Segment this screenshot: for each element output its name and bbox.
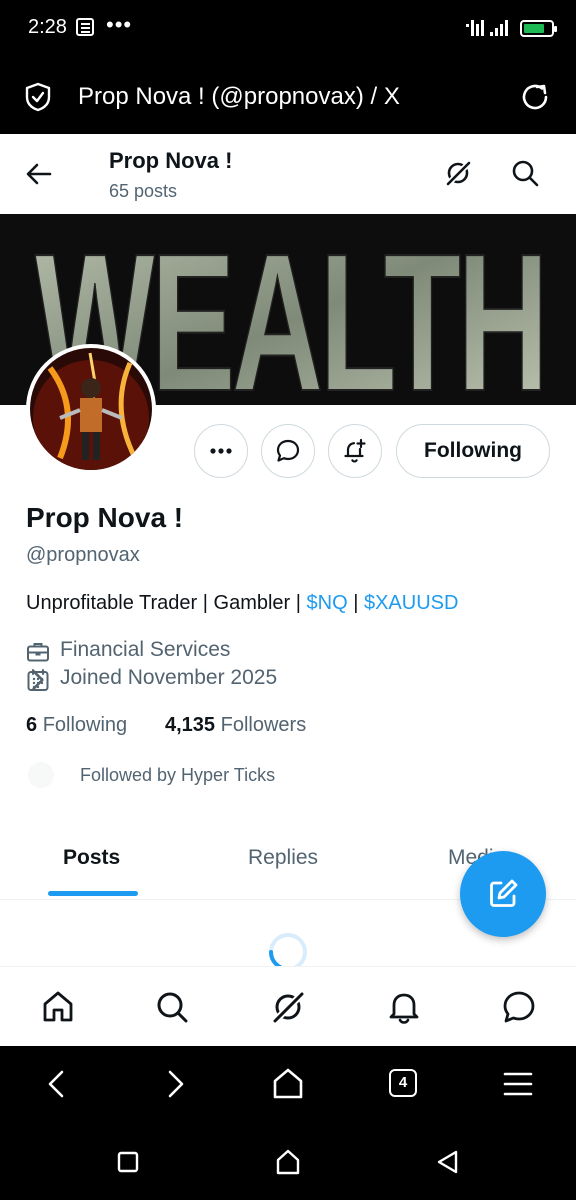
following-link[interactable]: 6 Following (26, 714, 127, 737)
system-home-button[interactable] (274, 1148, 302, 1176)
app-bottom-nav (0, 966, 576, 1046)
bio-text: Unprofitable Trader | Gambler | (26, 592, 307, 614)
profile-joined[interactable]: Joined November 2025 (26, 666, 346, 694)
profile-header: Prop Nova ! 65 posts (0, 134, 576, 214)
following-label: Following (42, 714, 128, 736)
profile-avatar[interactable] (26, 344, 156, 474)
recent-apps-button[interactable] (114, 1148, 142, 1176)
compose-icon (490, 879, 518, 907)
reload-icon[interactable] (520, 82, 552, 112)
more-notifications-icon: ••• (106, 12, 133, 37)
triangle-back-icon (437, 1150, 458, 1174)
bell-plus-icon (344, 438, 366, 463)
profile-bio: Unprofitable Trader | Gambler | $NQ | $X… (26, 592, 458, 615)
profile-display-name: Prop Nova ! (26, 502, 184, 533)
joined-text: Joined November 2025 (60, 666, 278, 689)
status-time: 2:28 (28, 16, 67, 38)
system-nav-bar (0, 1124, 576, 1200)
chat-bubble-icon (276, 439, 300, 462)
profile-handle: @propnovax (26, 544, 140, 566)
browser-tabs-button[interactable]: 4 (389, 1069, 417, 1097)
following-count: 6 (26, 714, 38, 736)
header-posts-count: 65 posts (109, 181, 178, 201)
bell-icon (389, 993, 419, 1024)
nav-grok[interactable] (270, 989, 306, 1025)
avatar-image (30, 348, 152, 470)
profile-page: Prop Nova ! 65 posts WEALTH Following Pr… (0, 134, 576, 1046)
shield-check-icon[interactable] (24, 82, 52, 112)
home-icon (273, 1068, 303, 1099)
browser-title-bar: Prop Nova ! (@propnovax) / X (0, 58, 576, 134)
signal-icon (466, 20, 508, 36)
grok-icon[interactable] (443, 158, 473, 188)
nav-messages[interactable] (501, 989, 537, 1025)
following-button[interactable]: Following (396, 424, 550, 478)
profile-category: Financial Services (26, 638, 326, 666)
compose-button[interactable] (460, 851, 546, 937)
notify-button[interactable] (328, 424, 382, 478)
browser-back-button[interactable] (40, 1066, 76, 1102)
followed-by-avatar (28, 762, 54, 788)
nav-home[interactable] (40, 989, 76, 1025)
browser-menu-button[interactable] (500, 1066, 536, 1102)
search-icon (157, 992, 188, 1023)
bio-separator: | (347, 592, 364, 614)
search-icon[interactable] (510, 158, 540, 188)
category-text: Financial Services (60, 638, 231, 661)
home-icon (43, 991, 73, 1022)
browser-toolbar (0, 1046, 576, 1124)
square-icon (117, 1151, 139, 1173)
chevron-right-icon (168, 1070, 184, 1098)
browser-forward-button[interactable] (156, 1066, 192, 1102)
battery-icon (520, 20, 557, 37)
followers-label: Followers (220, 714, 307, 736)
chevron-right-icon (32, 669, 44, 691)
tab-replies[interactable]: Replies (248, 846, 318, 870)
message-button[interactable] (261, 424, 315, 478)
followed-by-text[interactable]: Followed by Hyper Ticks (80, 765, 275, 786)
hamburger-menu-icon (503, 1072, 533, 1096)
nav-search[interactable] (154, 989, 190, 1025)
browser-home-button[interactable] (270, 1066, 306, 1102)
cashtag-nq[interactable]: $NQ (307, 592, 348, 614)
chevron-left-icon (48, 1070, 64, 1098)
more-icon (210, 448, 232, 454)
active-tab-indicator (48, 891, 138, 896)
system-back-button[interactable] (434, 1148, 462, 1176)
chat-bubble-icon (503, 991, 535, 1023)
notification-icon (76, 18, 94, 36)
nav-notifications[interactable] (386, 989, 422, 1025)
tab-posts[interactable]: Posts (63, 846, 120, 870)
status-bar: 2:28 ••• (0, 0, 576, 58)
home-icon (276, 1149, 300, 1175)
back-arrow-icon[interactable] (24, 160, 54, 188)
page-title: Prop Nova ! (@propnovax) / X (78, 83, 400, 110)
more-options-button[interactable] (194, 424, 248, 478)
grok-icon (271, 990, 306, 1025)
header-name: Prop Nova ! (109, 148, 233, 173)
followers-link[interactable]: 4,135 Followers (165, 714, 306, 737)
briefcase-icon (27, 643, 49, 662)
cashtag-xauusd[interactable]: $XAUUSD (364, 592, 458, 614)
followers-count: 4,135 (165, 714, 216, 736)
